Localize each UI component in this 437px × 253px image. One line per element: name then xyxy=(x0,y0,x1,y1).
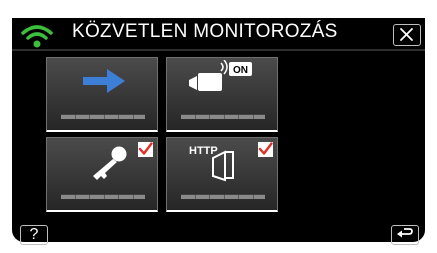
back-button[interactable] xyxy=(391,225,419,245)
close-icon xyxy=(400,28,413,41)
camera-screen: KÖZVETLEN MONITOROZÁS ▬▬▬▬▬▬ ON ▬▬▬▬▬▬ ▬… xyxy=(0,0,437,253)
page-title: KÖZVETLEN MONITOROZÁS xyxy=(72,21,338,42)
camera-on-icon: ON xyxy=(189,60,252,91)
check-mark-icon xyxy=(138,142,153,155)
header-divider xyxy=(12,49,425,51)
on-badge: ON xyxy=(233,65,248,76)
check-mark-icon xyxy=(258,142,273,155)
tile-label: ▬▬▬▬▬▬ xyxy=(181,108,265,120)
arrow-right-icon xyxy=(83,69,125,93)
wifi-icon xyxy=(21,25,53,48)
tile-label: ▬▬▬▬▬▬ xyxy=(181,188,265,200)
tile-label: ▬▬▬▬▬▬ xyxy=(61,108,145,120)
checkbox-checked xyxy=(138,142,153,157)
help-button[interactable]: ? xyxy=(20,225,48,245)
tile-direct-connect[interactable]: ▬▬▬▬▬▬ xyxy=(46,57,158,132)
tile-http[interactable]: HTTP ▬▬▬▬▬▬ xyxy=(166,137,278,212)
tile-password[interactable]: ▬▬▬▬▬▬ xyxy=(46,137,158,212)
tile-label: ▬▬▬▬▬▬ xyxy=(61,188,145,200)
back-arrow-icon xyxy=(397,228,413,238)
http-label: HTTP xyxy=(189,145,218,157)
close-button[interactable] xyxy=(393,24,421,46)
checkbox-checked xyxy=(258,142,273,157)
tile-camera-on[interactable]: ON ▬▬▬▬▬▬ xyxy=(166,57,278,132)
